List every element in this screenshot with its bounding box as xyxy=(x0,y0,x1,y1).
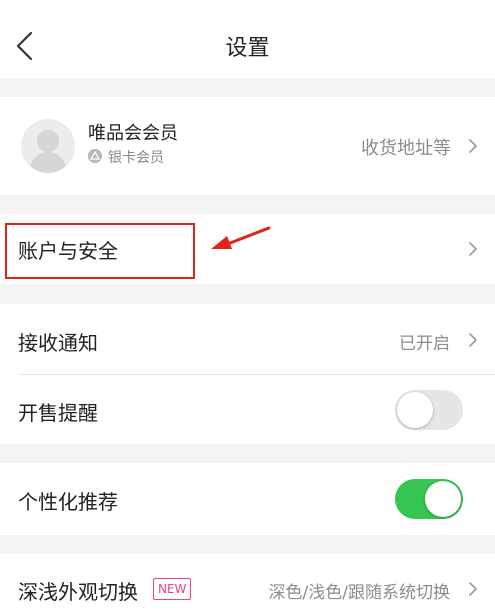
sale-reminder-label: 开售提醒 xyxy=(18,401,98,425)
highlight-box xyxy=(5,223,195,279)
appearance-switch-value: 深色/浅色/跟随系统切换 xyxy=(268,583,450,603)
sale-reminder-toggle[interactable] xyxy=(395,390,463,430)
divider xyxy=(18,374,495,375)
chevron-right-icon xyxy=(469,139,477,153)
page-title: 设置 xyxy=(225,36,270,61)
new-badge: NEW xyxy=(153,578,192,600)
personalized-recommendation-row: 个性化推荐 xyxy=(0,463,495,535)
receive-notifications-label[interactable]: 接收通知 xyxy=(18,327,98,356)
toggle-knob xyxy=(425,481,461,517)
notification-group: 接收通知 已开启 开售提醒 xyxy=(0,304,495,444)
personalized-recommendation-toggle[interactable] xyxy=(395,479,463,519)
avatar[interactable] xyxy=(21,119,75,173)
annotation-arrow-icon xyxy=(211,226,271,249)
member-tier: 银卡会员 xyxy=(108,150,164,166)
chevron-right-icon xyxy=(469,582,477,596)
appearance-switch-row[interactable]: 深浅外观切换 NEW 深色/浅色/跟随系统切换 xyxy=(0,554,495,614)
personalized-recommendation-label: 个性化推荐 xyxy=(18,490,118,514)
address-link[interactable]: 收货地址等 xyxy=(361,134,451,160)
chevron-right-icon xyxy=(469,333,477,347)
appearance-switch-label: 深浅外观切换 xyxy=(18,580,138,604)
tier-badge-icon xyxy=(88,149,102,163)
chevron-right-icon xyxy=(469,242,477,256)
username: 唯品会会员 xyxy=(88,123,178,144)
navigation-bar: 设置 xyxy=(0,0,495,78)
profile-card[interactable]: 唯品会会员 银卡会员 收货地址等 xyxy=(0,97,495,195)
receive-notifications-status[interactable]: 已开启 xyxy=(399,329,450,354)
avatar-silhouette-icon xyxy=(29,130,67,173)
toggle-knob xyxy=(397,392,433,428)
